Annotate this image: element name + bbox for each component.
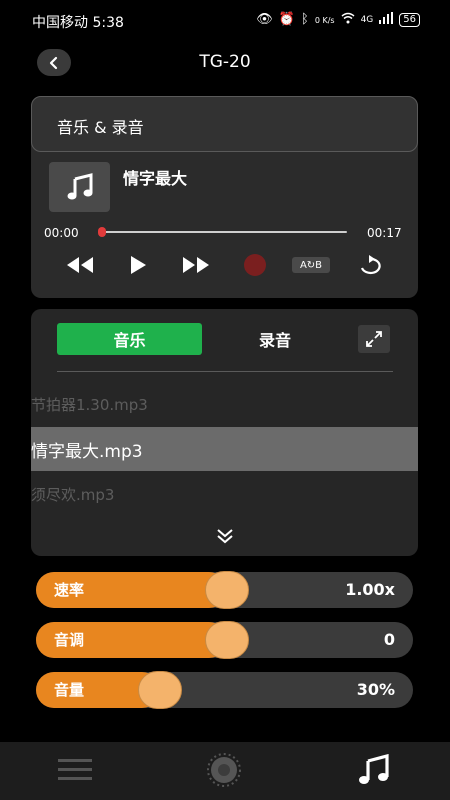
expand-icon [366,331,382,347]
show-more-button[interactable] [213,524,237,548]
album-art [49,162,110,212]
speed-indicator: 0 K/s [314,15,335,25]
time-total: 00:17 [367,226,402,240]
music-note-icon [67,173,92,200]
tab-recording[interactable]: 录音 [230,323,320,355]
slider-value: 0 [383,630,395,649]
carrier-time: 中国移动 5:38 [32,15,124,31]
slider-knob[interactable] [205,571,249,609]
repeat-icon [360,255,381,275]
list-item[interactable]: 节拍器1.30.mp3 [31,382,418,426]
fast-forward-button[interactable] [180,252,212,278]
signal-icon [379,12,394,28]
slider-value: 30% [356,680,395,699]
status-bar: 中国移动 5:38 👁 ⏰ ᛒ 0 K/s 4G 56 [0,0,450,40]
pitch-slider[interactable]: 音调 0 [36,621,413,659]
nav-tuner[interactable] [194,748,254,792]
menu-icon [58,759,92,780]
list-item[interactable]: 须尽欢.mp3 [31,472,418,516]
slider-value: 1.00x [345,580,395,599]
time-current: 00:00 [44,226,79,240]
repeat-button[interactable] [356,252,384,278]
tab-divider [57,371,393,372]
play-icon [131,256,146,274]
wifi-icon [341,12,355,28]
rewind-button[interactable] [64,252,96,278]
bluetooth-icon: ᛒ [301,12,309,27]
slider-label: 速率 [54,581,85,599]
music-note-icon [359,754,389,784]
slider-label: 音调 [54,631,85,649]
list-item-label: 情字最大.mp3 [31,441,143,462]
slider-knob[interactable] [205,621,249,659]
track-title: 情字最大 [123,169,188,188]
battery-indicator: 56 [399,13,420,27]
nav-menu[interactable] [45,748,105,792]
status-icons: 👁 ⏰ ᛒ 0 K/s 4G 56 [256,12,420,28]
volume-slider[interactable]: 音量 30% [36,671,413,709]
ab-repeat-button[interactable]: A↻B [292,257,330,273]
double-chevron-down-icon [217,529,233,544]
eye-icon: 👁 [256,12,273,27]
rewind-icon [67,257,93,273]
expand-button[interactable] [358,325,390,353]
progress-thumb[interactable] [98,227,106,237]
list-item-selected[interactable]: 情字最大.mp3 [31,427,418,471]
slider-knob[interactable] [138,671,182,709]
nav-music[interactable] [344,748,404,792]
page-title: TG-20 [199,52,251,72]
speed-slider[interactable]: 速率 1.00x [36,571,413,609]
alarm-icon: ⏰ [278,12,295,27]
play-button[interactable] [126,252,150,278]
list-item-label: 须尽欢.mp3 [31,485,115,504]
tuner-icon [207,753,241,787]
fast-forward-icon [183,257,209,273]
tab-music[interactable]: 音乐 [57,323,202,355]
record-button[interactable] [244,254,266,276]
list-item-label: 节拍器1.30.mp3 [31,395,148,414]
progress-bar[interactable] [101,231,347,233]
slider-label: 音量 [54,681,85,699]
network-type: 4G [360,15,374,25]
section-title: 音乐 & 录音 [57,118,144,137]
